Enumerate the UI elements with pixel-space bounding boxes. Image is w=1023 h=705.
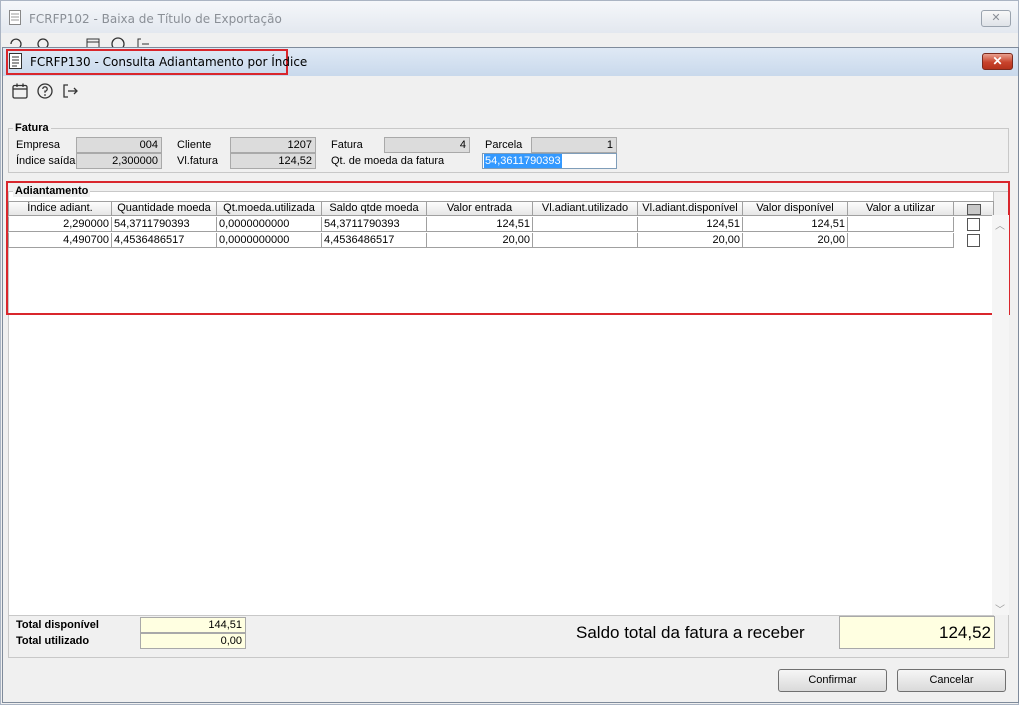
table-cell: 54,3711790393 [322,217,427,232]
qt-moeda-fatura-value: 54,3611790393 [484,154,562,168]
dialog-toolbar [3,76,1018,106]
row-select-checkbox[interactable] [967,234,980,247]
row-select-checkbox[interactable] [967,218,980,231]
document-icon [9,53,22,72]
table-cell: 54,3711790393 [112,217,217,232]
saldo-total-label: Saldo total da fatura a receber [576,623,805,642]
scroll-down-icon[interactable]: ﹀ [995,601,1005,616]
table-cell: 20,00 [638,233,743,248]
background-window-title: FCRFP102 - Baixa de Título de Exportação [29,12,282,26]
fatura-field: 4 [384,137,470,153]
background-titlebar: FCRFP102 - Baixa de Título de Exportação… [1,1,1018,33]
total-disponivel-label: Total disponível [16,619,99,631]
total-utilizado-label: Total utilizado [16,635,90,647]
fatura-label: Fatura [331,139,363,151]
table-cell: 0,0000000000 [217,233,322,248]
qt-moeda-fatura-label: Qt. de moeda da fatura [331,155,445,167]
table-cell [533,233,638,248]
exit-icon[interactable] [61,82,79,100]
table-cell[interactable] [848,217,954,232]
indice-saida-field: 2,300000 [76,153,162,169]
qt-moeda-fatura-field[interactable]: 54,3611790393 [482,153,617,169]
help-icon[interactable] [36,82,54,100]
dialog-title: FCRFP130 - Consulta Adiantamento por Índ… [30,55,308,69]
fatura-group-label: Fatura [13,122,51,134]
saldo-total-field: 124,52 [839,616,995,649]
table-cell: 4,4536486517 [322,233,427,248]
column-header[interactable]: Valor entrada [427,201,533,216]
indice-saida-label: Índice saída [16,155,76,167]
column-header[interactable]: Índice adiant. [8,201,112,216]
column-header[interactable]: Quantidade moeda [112,201,217,216]
table-cell: 2,290000 [8,217,112,232]
table-cell: 4,4536486517 [112,233,217,248]
calendar-icon[interactable] [11,82,29,100]
total-disponivel-field: 144,51 [140,617,246,633]
column-header[interactable]: Valor disponível [743,201,848,216]
footer-divider [8,657,1009,658]
select-all-header[interactable] [954,201,994,216]
column-header[interactable]: Qt.moeda.utilizada [217,201,322,216]
empresa-field: 004 [76,137,162,153]
column-header[interactable]: Saldo qtde moeda [322,201,427,216]
column-header[interactable]: Valor a utilizar [848,201,954,216]
column-header[interactable]: Vl.adiant.disponível [638,201,743,216]
table-cell: 124,51 [743,217,848,232]
table-cell: 124,51 [638,217,743,232]
table-cell [533,217,638,232]
total-utilizado-field: 0,00 [140,633,246,649]
table-cell: 20,00 [427,233,533,248]
grid-vertical-scrollbar[interactable]: ︿ ﹀ [992,215,1009,616]
column-header[interactable]: Vl.adiant.utilizado [533,201,638,216]
empresa-label: Empresa [16,139,61,151]
vl-fatura-label: Vl.fatura [177,155,218,167]
table-cell: 20,00 [743,233,848,248]
table-cell: 0,0000000000 [217,217,322,232]
confirmar-button[interactable]: Confirmar [778,669,887,692]
dialog-titlebar: FCRFP130 - Consulta Adiantamento por Índ… [3,48,1018,76]
table-cell: 4,490700 [8,233,112,248]
cliente-field: 1207 [230,137,316,153]
table-cell[interactable] [848,233,954,248]
scroll-up-icon[interactable]: ︿ [995,217,1005,232]
parcela-label: Parcela [485,139,523,151]
parcela-field: 1 [531,137,617,153]
vl-fatura-field: 124,52 [230,153,316,169]
cancelar-button[interactable]: Cancelar [897,669,1006,692]
background-close-button[interactable]: ✕ [981,10,1011,27]
dialog-close-button[interactable]: ✕ [982,53,1013,70]
table-cell: 124,51 [427,217,533,232]
select-all-checkbox[interactable] [967,204,981,215]
document-icon [9,10,21,28]
cliente-label: Cliente [177,139,212,151]
